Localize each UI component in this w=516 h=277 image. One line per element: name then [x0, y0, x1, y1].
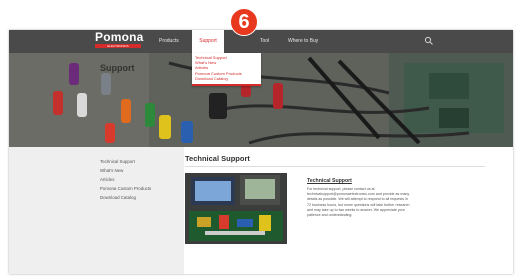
- search-icon[interactable]: [424, 36, 434, 46]
- dropdown-item-download-catalog[interactable]: Download Catalog: [195, 76, 261, 81]
- sidebar-title: Support: [100, 63, 135, 73]
- logo-wordmark: Pomona: [95, 30, 144, 44]
- nav-item-support[interactable]: Support: [192, 30, 224, 53]
- logo-tagline: ELECTRONICS: [95, 44, 141, 48]
- nav-item-products[interactable]: Products: [159, 30, 179, 53]
- sidebar-item-articles[interactable]: Articles: [100, 177, 114, 182]
- sidebar-item-custom-products[interactable]: Pomona Custom Products: [100, 186, 151, 191]
- sidebar-item-whats-new[interactable]: What's New: [100, 168, 123, 173]
- pomona-logo[interactable]: Pomona ELECTRONICS: [95, 30, 144, 50]
- electronics-workbench-image: [185, 173, 287, 244]
- top-navbar: Pomona ELECTRONICS Products Support Tool…: [9, 30, 513, 53]
- sidebar-item-technical-support[interactable]: Technical Support: [100, 159, 135, 164]
- page-background: [0, 0, 516, 30]
- hero-banner-image: [9, 53, 513, 147]
- website-screenshot: Pomona ELECTRONICS Products Support Tool…: [9, 30, 513, 274]
- nav-item-where-to-buy[interactable]: Where to Buy: [288, 30, 318, 53]
- sidebar-item-download-catalog[interactable]: Download Catalog: [100, 195, 136, 200]
- nav-item-tool[interactable]: Tool: [260, 30, 269, 53]
- sidebar: [9, 147, 184, 274]
- test-leads-photo: [9, 53, 513, 147]
- title-divider: [185, 166, 485, 167]
- section-heading: Technical Support: [307, 178, 352, 184]
- step-number-badge: 6: [230, 8, 258, 36]
- support-paragraph: For technical support, please contact us…: [307, 187, 410, 218]
- support-dropdown-menu: Technical Support What's New Articles Po…: [192, 53, 261, 86]
- support-photo: [185, 173, 287, 244]
- page-title: Technical Support: [185, 154, 250, 163]
